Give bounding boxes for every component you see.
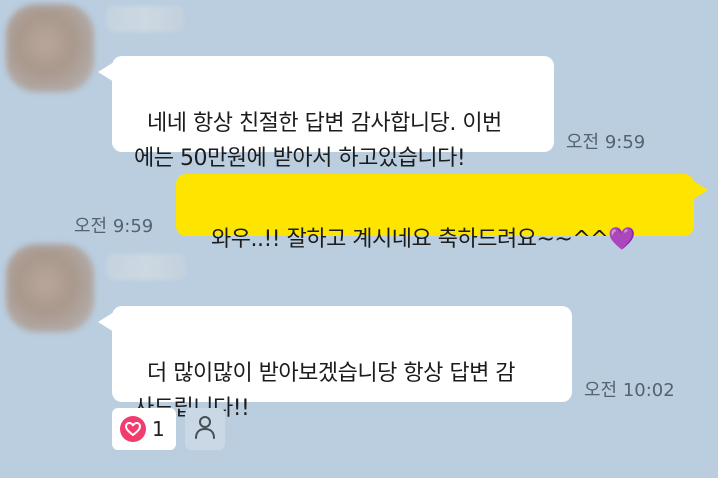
heart-icon bbox=[120, 416, 146, 442]
avatar[interactable] bbox=[6, 244, 94, 332]
bubble-tail bbox=[692, 180, 708, 200]
sender-name-blurred bbox=[106, 6, 184, 32]
message-text: 네네 항상 친절한 답변 감사합니당. 이번 에는 50만원에 받아서 하고있습… bbox=[134, 111, 502, 171]
message-bubble-received[interactable]: 더 많이많이 받아보겠습니당 항상 답변 감 사드립니다!! bbox=[112, 306, 572, 421]
message-time: 오전 9:59 bbox=[566, 132, 646, 153]
message-time: 오전 9:59 bbox=[74, 216, 154, 237]
person-icon bbox=[193, 414, 217, 444]
sender-name-blurred bbox=[106, 254, 186, 280]
reaction-badge[interactable]: 1 bbox=[112, 408, 176, 450]
message-bubble-received[interactable]: 네네 항상 친절한 답변 감사합니당. 이번 에는 50만원에 받아서 하고있습… bbox=[112, 56, 554, 171]
reaction-count: 1 bbox=[152, 417, 165, 441]
avatar[interactable] bbox=[6, 4, 94, 92]
message-time: 오전 10:02 bbox=[584, 380, 675, 401]
message-text: 와우..!! 잘하고 계시네요 축하드려요~~^^💜 bbox=[211, 227, 636, 252]
message-bubble-sent[interactable]: 와우..!! 잘하고 계시네요 축하드려요~~^^💜 bbox=[176, 174, 694, 252]
reaction-readers-button[interactable] bbox=[185, 408, 225, 450]
